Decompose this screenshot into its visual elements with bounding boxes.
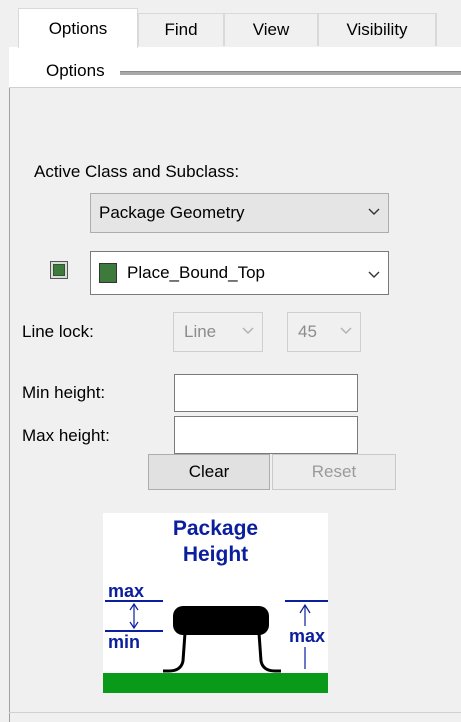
tab-label: Options xyxy=(48,18,108,38)
color-fill xyxy=(53,264,65,276)
active-class-label: Active Class and Subclass: xyxy=(34,162,240,181)
options-group-title: Options xyxy=(46,61,105,80)
tab-visibility[interactable]: Visibility xyxy=(318,13,436,46)
subclass-color-icon xyxy=(99,263,117,283)
min-height-label: Min height: xyxy=(22,383,106,402)
tab-find[interactable]: Find xyxy=(138,13,224,46)
clear-button[interactable]: Clear xyxy=(148,454,270,490)
subclass-dropdown-value: Place_Bound_Top xyxy=(127,263,266,282)
line-lock-angle-dropdown[interactable]: 45 xyxy=(287,312,361,352)
min-height-input[interactable] xyxy=(174,374,358,412)
tab-scroll-area[interactable] xyxy=(436,13,461,46)
reset-button[interactable]: Reset xyxy=(272,454,396,490)
line-lock-type-value: Line xyxy=(184,322,217,341)
tab-bar: Options Find View Visibility xyxy=(0,0,461,48)
subclass-dropdown[interactable]: Place_Bound_Top xyxy=(90,251,389,295)
tab-label: View xyxy=(252,20,290,39)
diagram-right-max-label: max xyxy=(289,626,326,647)
package-height-diagram: Package Height max min max xyxy=(103,513,328,693)
group-divider xyxy=(120,71,461,75)
header-separator xyxy=(9,87,461,88)
diagram-title-line2: Height xyxy=(182,543,249,566)
line-lock-angle-value: 45 xyxy=(298,322,317,341)
chevron-down-icon xyxy=(242,327,254,335)
class-dropdown[interactable]: Package Geometry xyxy=(90,193,389,233)
line-lock-type-dropdown[interactable]: Line xyxy=(173,312,263,352)
max-height-input[interactable] xyxy=(174,416,358,454)
diagram-min-label: min xyxy=(108,632,141,652)
diagram-max-label: max xyxy=(108,581,145,601)
class-dropdown-value: Package Geometry xyxy=(99,203,245,222)
tab-options[interactable]: Options xyxy=(18,8,138,48)
line-lock-label: Line lock: xyxy=(22,322,94,341)
max-height-label: Max height: xyxy=(22,426,110,445)
chevron-down-icon xyxy=(368,208,380,216)
chevron-down-icon xyxy=(368,271,380,279)
tab-label: Find xyxy=(164,20,198,39)
diagram-title-line1: Package xyxy=(172,517,259,540)
chevron-down-icon xyxy=(340,327,352,335)
panel-bottom-border xyxy=(9,712,461,713)
tab-label: Visibility xyxy=(346,20,408,39)
tab-view[interactable]: View xyxy=(224,13,318,46)
subclass-color-swatch[interactable] xyxy=(50,261,68,279)
